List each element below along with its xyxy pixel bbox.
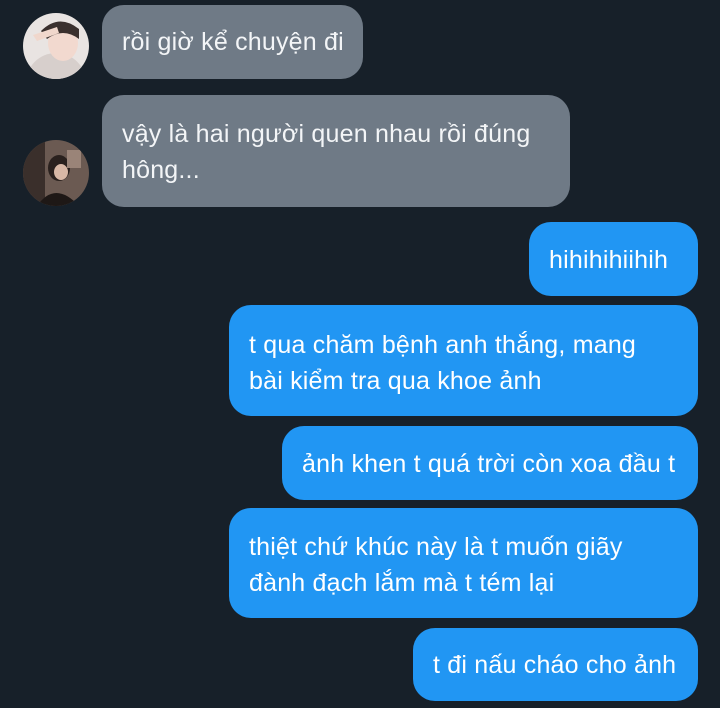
message-text: t đi nấu cháo cho ảnh	[433, 651, 677, 679]
message-text: thiệt chứ khúc này là t muốn giãy	[249, 533, 623, 561]
incoming-message[interactable]: rồi giờ kể chuyện đi	[102, 5, 363, 79]
message-text: t qua chăm bệnh anh thắng, mang	[249, 331, 637, 359]
message-text: hông...	[122, 156, 200, 184]
message-text: ảnh khen t quá trời còn xoa đầu t	[302, 450, 676, 478]
message-text: đành đạch lắm mà t tém lại	[249, 569, 555, 597]
outgoing-message[interactable]: t đi nấu cháo cho ảnh	[413, 628, 698, 701]
outgoing-message[interactable]: t qua chăm bệnh anh thắng, mang bài kiểm…	[229, 305, 698, 416]
outgoing-message[interactable]: thiệt chứ khúc này là t muốn giãy đành đ…	[229, 508, 698, 618]
message-text: hihihihiihih	[549, 246, 669, 274]
outgoing-message[interactable]: hihihihiihih	[529, 222, 698, 296]
avatar[interactable]	[23, 13, 89, 79]
message-text: vậy là hai người quen nhau rồi đúng	[122, 120, 531, 148]
outgoing-message[interactable]: ảnh khen t quá trời còn xoa đầu t	[282, 426, 698, 500]
incoming-message[interactable]: vậy là hai người quen nhau rồi đúng hông…	[102, 95, 570, 207]
message-text: rồi giờ kể chuyện đi	[122, 28, 344, 56]
message-text: bài kiểm tra qua khoe ảnh	[249, 367, 542, 395]
avatar[interactable]	[23, 140, 89, 206]
